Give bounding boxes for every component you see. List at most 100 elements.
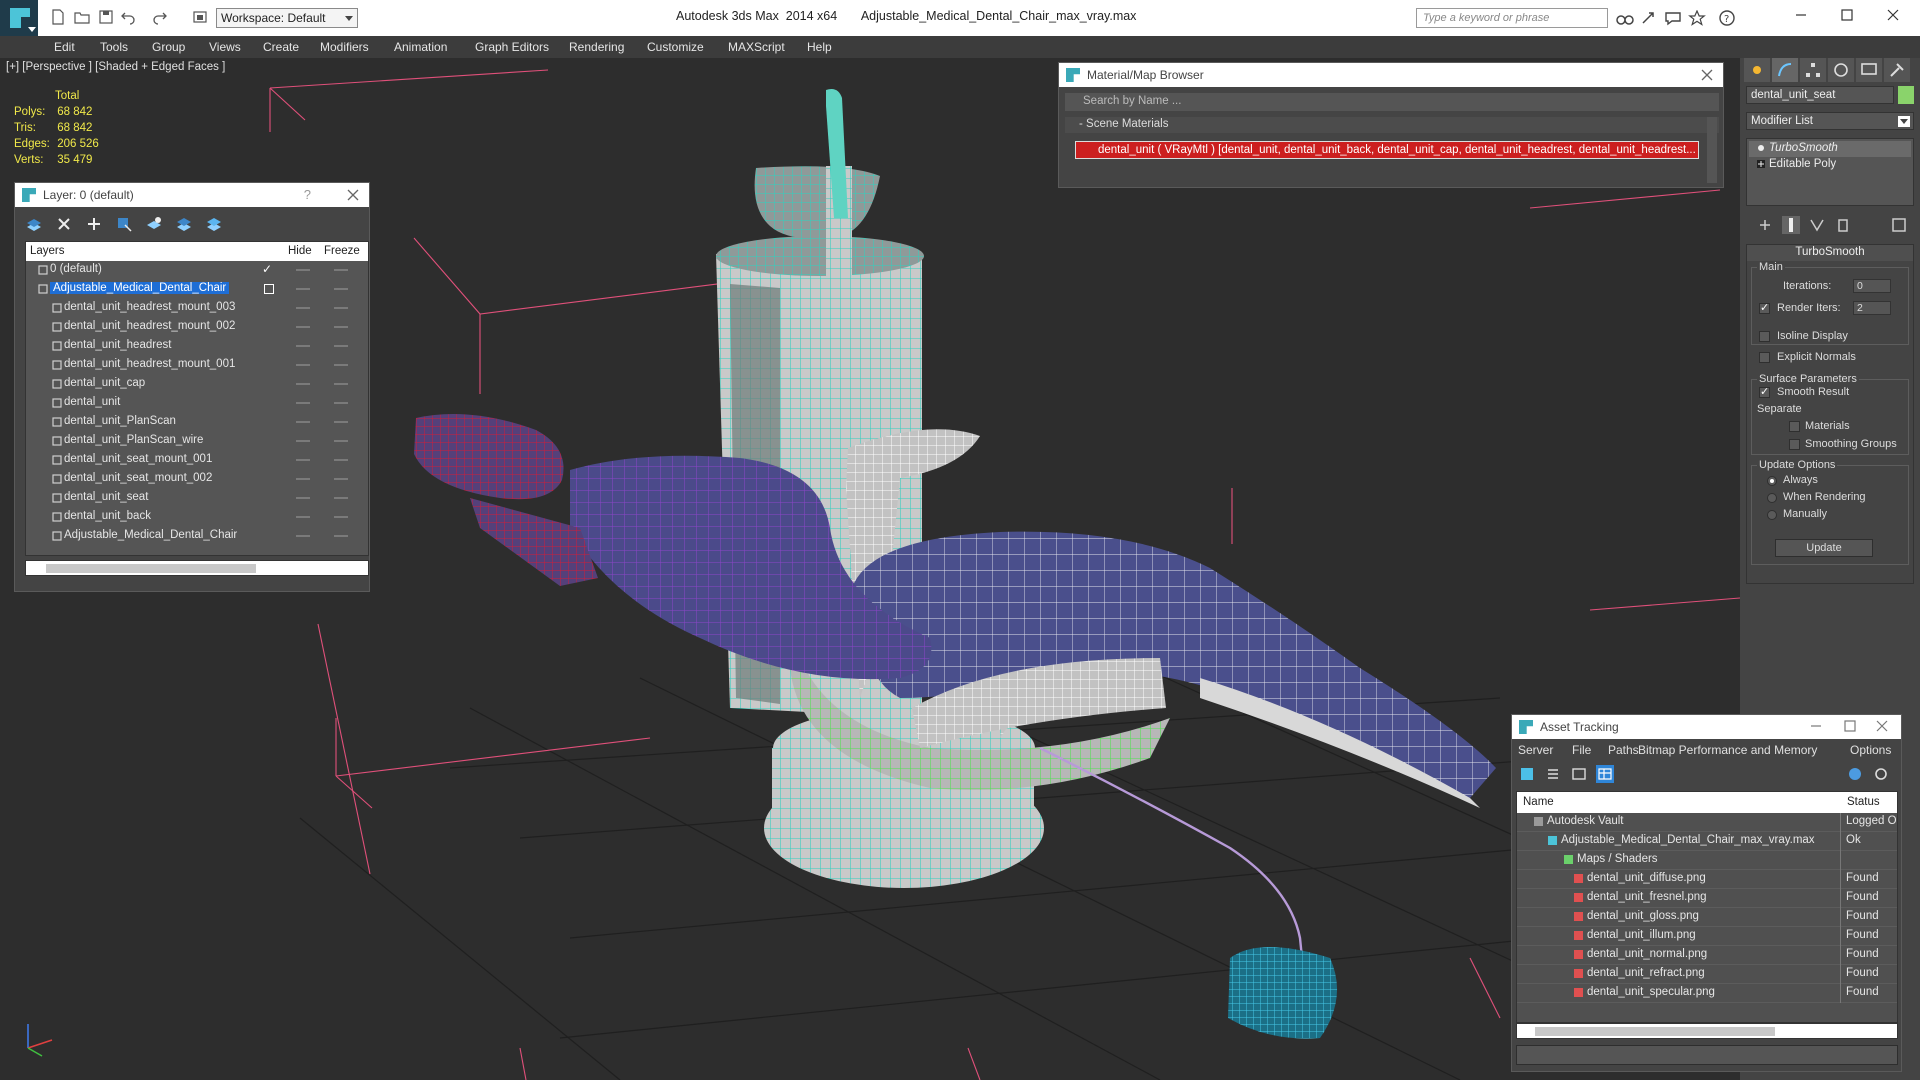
column-cap[interactable]	[716, 236, 924, 276]
menu-rendering[interactable]: Rendering	[569, 40, 624, 54]
create-layer-icon[interactable]	[25, 215, 43, 233]
layer-row[interactable]: dental_unit_PlanScan_wire	[26, 432, 368, 451]
hide-toggle[interactable]	[296, 307, 310, 309]
smooth-result-checkbox[interactable]	[1759, 385, 1770, 398]
tab-utilities[interactable]	[1884, 58, 1910, 82]
menu-tools[interactable]: Tools	[100, 40, 128, 54]
project-folder-icon[interactable]	[192, 9, 208, 25]
freeze-all-layers-icon[interactable]	[205, 215, 223, 233]
freeze-toggle[interactable]	[334, 383, 348, 385]
asset-row[interactable]: Autodesk Vault Logged O	[1517, 813, 1897, 832]
hide-toggle[interactable]	[296, 516, 310, 518]
redo-icon[interactable]	[152, 9, 168, 25]
save-icon[interactable]	[98, 9, 114, 25]
menu-maxscript[interactable]: MAXScript	[728, 40, 785, 54]
material-browser-scrollbar[interactable]	[1707, 117, 1717, 183]
hide-column-header[interactable]: Hide	[288, 245, 312, 257]
tab-display[interactable]	[1856, 58, 1882, 82]
menu-graph-editors[interactable]: Graph Editors	[475, 40, 549, 54]
hide-toggle[interactable]	[296, 421, 310, 423]
asset-menu-file[interactable]: File	[1572, 743, 1591, 757]
hide-toggle[interactable]	[296, 345, 310, 347]
scrollbar-thumb[interactable]	[46, 564, 256, 573]
hide-toggle[interactable]	[296, 440, 310, 442]
always-radio[interactable]	[1767, 476, 1777, 486]
iterations-spinner[interactable]: 0	[1853, 279, 1891, 293]
freeze-toggle[interactable]	[334, 497, 348, 499]
material-search-input[interactable]: Search by Name ...	[1065, 93, 1719, 111]
settings-icon[interactable]	[1872, 765, 1890, 783]
asset-menu-server[interactable]: Server	[1518, 743, 1553, 757]
maximize-icon[interactable]	[1843, 719, 1857, 733]
tab-motion[interactable]	[1828, 58, 1854, 82]
layer-row[interactable]: dental_unit_PlanScan	[26, 413, 368, 432]
freeze-toggle[interactable]	[334, 326, 348, 328]
asset-status-field[interactable]	[1516, 1045, 1898, 1065]
layers-column-header[interactable]: Layers	[30, 245, 65, 257]
freeze-toggle[interactable]	[334, 516, 348, 518]
material-entry-dental-unit[interactable]: dental_unit ( VRayMtl ) [dental_unit, de…	[1075, 141, 1699, 159]
modifier-stack[interactable]: TurboSmooth Editable Poly	[1746, 138, 1914, 206]
active-layer-check-icon[interactable]: ✓	[262, 262, 272, 276]
name-column-header[interactable]: Name	[1523, 796, 1554, 808]
layer-row[interactable]: dental_unit_headrest_mount_002	[26, 318, 368, 337]
turbosmooth-rollout-header[interactable]: TurboSmooth	[1747, 245, 1913, 261]
help-icon[interactable]: ?	[1718, 10, 1736, 26]
asset-row[interactable]: dental_unit_gloss.png Found	[1517, 908, 1897, 927]
freeze-toggle[interactable]	[334, 421, 348, 423]
help-button[interactable]: ?	[304, 187, 311, 202]
menu-group[interactable]: Group	[152, 40, 185, 54]
scrollbar-thumb[interactable]	[1535, 1027, 1775, 1036]
hide-toggle[interactable]	[296, 288, 310, 290]
undo-icon[interactable]	[120, 9, 136, 25]
freeze-toggle[interactable]	[334, 307, 348, 309]
stack-item-turbosmooth[interactable]: TurboSmooth	[1749, 141, 1911, 157]
menu-help[interactable]: Help	[807, 40, 832, 54]
search-input[interactable]: Type a keyword or phrase	[1416, 8, 1608, 28]
asset-tracking-titlebar[interactable]: Asset Tracking	[1512, 715, 1901, 739]
asset-list[interactable]: Name Status Autodesk Vault Logged O Adjust…	[1516, 791, 1898, 1023]
layer-row[interactable]: dental_unit_headrest	[26, 337, 368, 356]
favorites-star-icon[interactable]	[1688, 10, 1706, 26]
minimize-icon[interactable]	[1809, 719, 1823, 733]
hide-all-layers-icon[interactable]	[175, 215, 193, 233]
freeze-column-header[interactable]: Freeze	[324, 245, 360, 257]
asset-row[interactable]: dental_unit_refract.png Found	[1517, 965, 1897, 984]
asset-row[interactable]: dental_unit_illum.png Found	[1517, 927, 1897, 946]
hide-toggle[interactable]	[296, 269, 310, 271]
smoothing-groups-checkbox[interactable]	[1789, 439, 1800, 450]
viewport-label[interactable]: [+] [Perspective ] [Shaded + Edged Faces…	[6, 61, 225, 73]
when-rendering-radio[interactable]	[1767, 493, 1777, 503]
asset-row[interactable]: dental_unit_fresnel.png Found	[1517, 889, 1897, 908]
menu-edit[interactable]: Edit	[54, 40, 75, 54]
layer-row[interactable]: dental_unit	[26, 394, 368, 413]
layer-row[interactable]: Adjustable_Medical_Dental_Chair	[26, 527, 368, 546]
app-menu-button[interactable]	[0, 0, 38, 36]
binoculars-icon[interactable]	[1616, 10, 1634, 26]
render-iters-spinner[interactable]: 2	[1853, 301, 1891, 315]
dental-unit-headrest[interactable]	[414, 414, 564, 500]
make-unique-icon[interactable]	[1808, 216, 1826, 234]
layer-row[interactable]: dental_unit_seat_mount_001	[26, 451, 368, 470]
delete-layer-icon[interactable]	[55, 215, 73, 233]
select-objects-icon[interactable]	[115, 215, 133, 233]
material-map-browser[interactable]: Material/Map Browser Search by Name ... …	[1058, 62, 1724, 188]
menu-views[interactable]: Views	[209, 40, 241, 54]
asset-row[interactable]: dental_unit_normal.png Found	[1517, 946, 1897, 965]
tab-hierarchy[interactable]	[1800, 58, 1826, 82]
status-column-header[interactable]: Status	[1847, 796, 1880, 808]
object-color-swatch[interactable]	[1898, 86, 1914, 104]
asset-row[interactable]: Maps / Shaders	[1517, 851, 1897, 870]
layer-row[interactable]: dental_unit_back	[26, 508, 368, 527]
layer-row[interactable]: 0 (default) ✓	[26, 261, 368, 280]
list-view-icon[interactable]	[1544, 765, 1562, 783]
materials-checkbox[interactable]	[1789, 421, 1800, 432]
layer-row[interactable]: dental_unit_headrest_mount_003	[26, 299, 368, 318]
render-iters-checkbox[interactable]	[1759, 301, 1770, 314]
layer-list[interactable]: Layers Hide Freeze 0 (default) ✓ Adjustabl…	[25, 241, 369, 556]
subscription-icon[interactable]	[1640, 10, 1658, 26]
table-view-icon[interactable]	[1596, 765, 1614, 783]
close-icon[interactable]	[1875, 719, 1889, 733]
tab-create[interactable]	[1744, 58, 1770, 82]
modifier-list-dropdown[interactable]: Modifier List	[1746, 112, 1914, 130]
